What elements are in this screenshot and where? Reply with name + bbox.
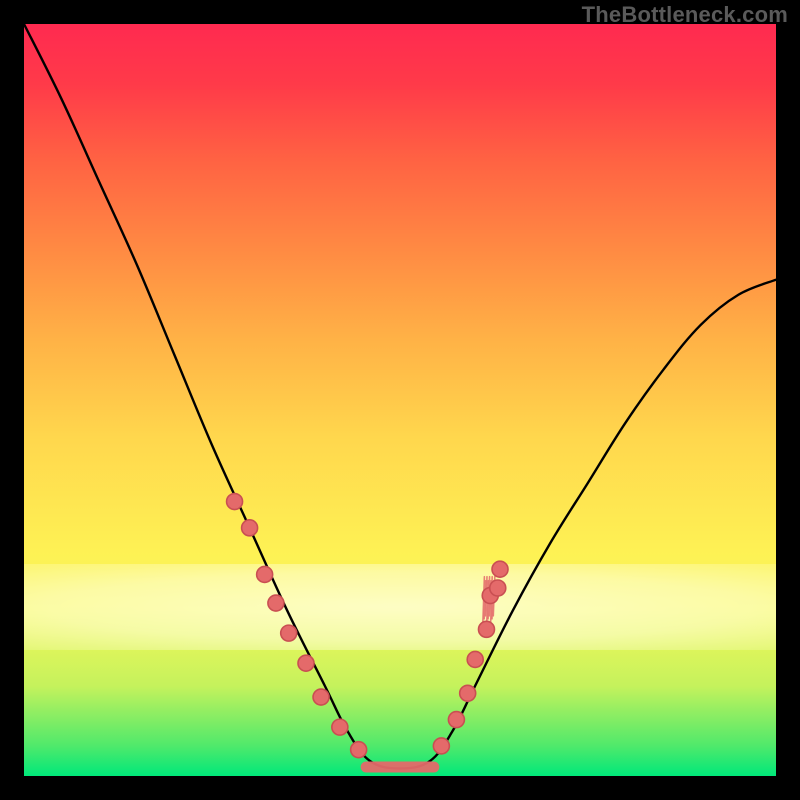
- data-point: [492, 561, 508, 577]
- plot-area: [24, 24, 776, 776]
- data-point: [281, 625, 297, 641]
- bottleneck-curve: [24, 24, 776, 768]
- data-point: [227, 494, 243, 510]
- chart-frame: TheBottleneck.com: [0, 0, 800, 800]
- data-point: [460, 685, 476, 701]
- chart-svg: [24, 24, 776, 776]
- data-point: [242, 520, 258, 536]
- data-point: [313, 689, 329, 705]
- data-point: [257, 566, 273, 582]
- data-point: [433, 738, 449, 754]
- data-point: [448, 712, 464, 728]
- watermark-text: TheBottleneck.com: [582, 2, 788, 28]
- data-point: [490, 580, 506, 596]
- data-point: [467, 651, 483, 667]
- data-point: [298, 655, 314, 671]
- data-point: [268, 595, 284, 611]
- data-point: [332, 719, 348, 735]
- data-point: [478, 621, 494, 637]
- sample-dots: [227, 494, 508, 758]
- data-point: [351, 742, 367, 758]
